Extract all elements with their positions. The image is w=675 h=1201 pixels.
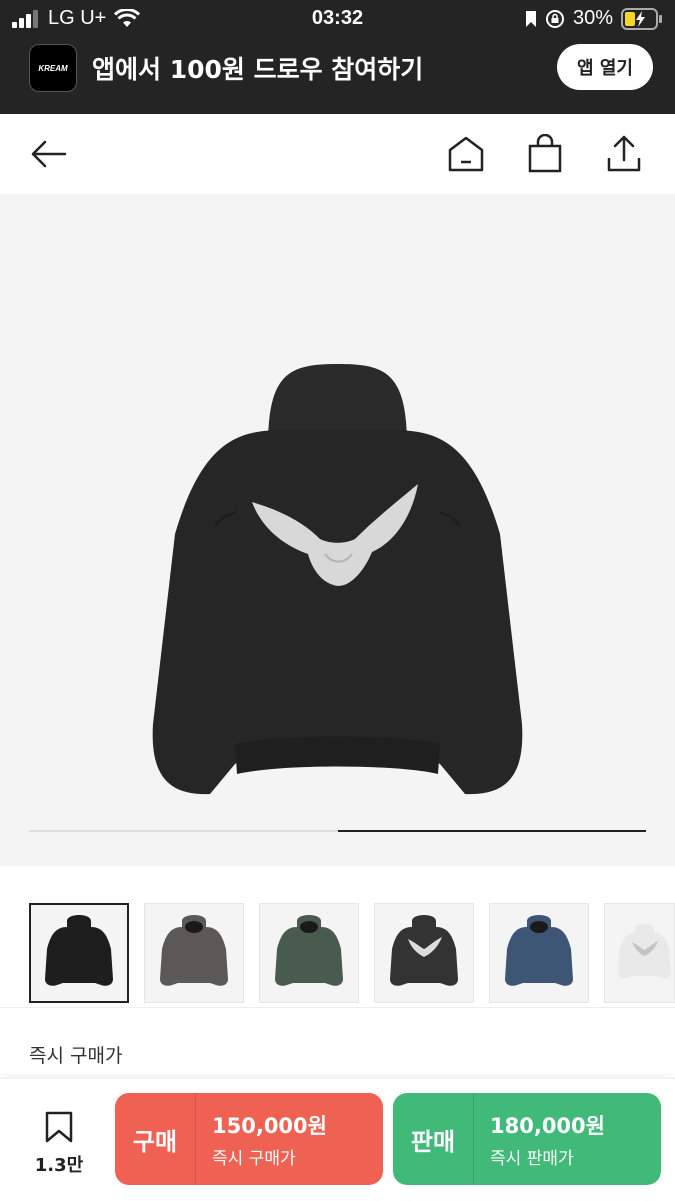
thumbnail-blue-hoodie[interactable] [489,903,589,1003]
battery-percent: 30% [572,7,613,29]
sell-subtitle: 즉시 판매가 [490,1148,574,1169]
rotation-lock-icon [545,9,564,28]
sell-info: 180,000원 즉시 판매가 [474,1110,605,1169]
bookmark-status-icon [525,10,536,27]
wishlist-button[interactable]: 1.3만 [30,1111,88,1177]
buy-price: 150,000원 [212,1113,327,1138]
buy-info: 150,000원 즉시 구매가 [196,1110,327,1169]
status-right: 30% [525,7,663,30]
sell-price: 180,000원 [490,1113,605,1138]
battery-charging-icon [621,7,662,30]
buy-label: 구매 [132,1127,178,1156]
open-app-button[interactable]: 앱 열기 [557,44,653,90]
back-arrow-icon[interactable] [26,132,70,176]
product-image-gallery[interactable] [0,194,675,866]
image-progress-indicator [337,830,646,832]
instant-buy-price-label: 즉시 구매가 [29,1045,123,1067]
product-hoodie-image [152,364,523,795]
bookmark-icon [45,1111,73,1143]
share-icon[interactable] [602,132,646,176]
top-navigation [0,114,675,194]
kream-logo: KREAM [29,44,77,92]
sell-button[interactable]: 판매 180,000원 즉시 판매가 [393,1093,661,1185]
thumbnail-white-hoodie[interactable] [604,903,675,1003]
thumbnail-dove-back-hoodie[interactable] [374,903,474,1003]
buy-subtitle: 즉시 구매가 [212,1148,296,1169]
image-progress-track [29,830,646,832]
thumbnail-charcoal-hoodie[interactable] [144,903,244,1003]
thumbnail-black-hoodie[interactable] [29,903,129,1003]
wishlist-count: 1.3만 [34,1155,84,1176]
buy-button[interactable]: 구매 150,000원 즉시 구매가 [115,1093,383,1185]
bottom-action-bar: 1.3만 구매 150,000원 즉시 구매가 판매 180,000원 즉시 판… [0,1078,675,1201]
section-divider [0,1007,675,1008]
status-bar: LG U+ 03:32 30% [0,0,675,38]
app-install-banner: KREAM 앱에서 100원 드로우 참여하기 앱 열기 [0,38,675,114]
shopping-bag-icon[interactable] [523,132,567,176]
home-icon[interactable] [444,132,488,176]
sell-label: 판매 [410,1127,456,1156]
thumbnail-green-hoodie[interactable] [259,903,359,1003]
banner-title: 앱에서 100원 드로우 참여하기 [92,55,424,84]
thumbnail-strip [0,903,675,1007]
